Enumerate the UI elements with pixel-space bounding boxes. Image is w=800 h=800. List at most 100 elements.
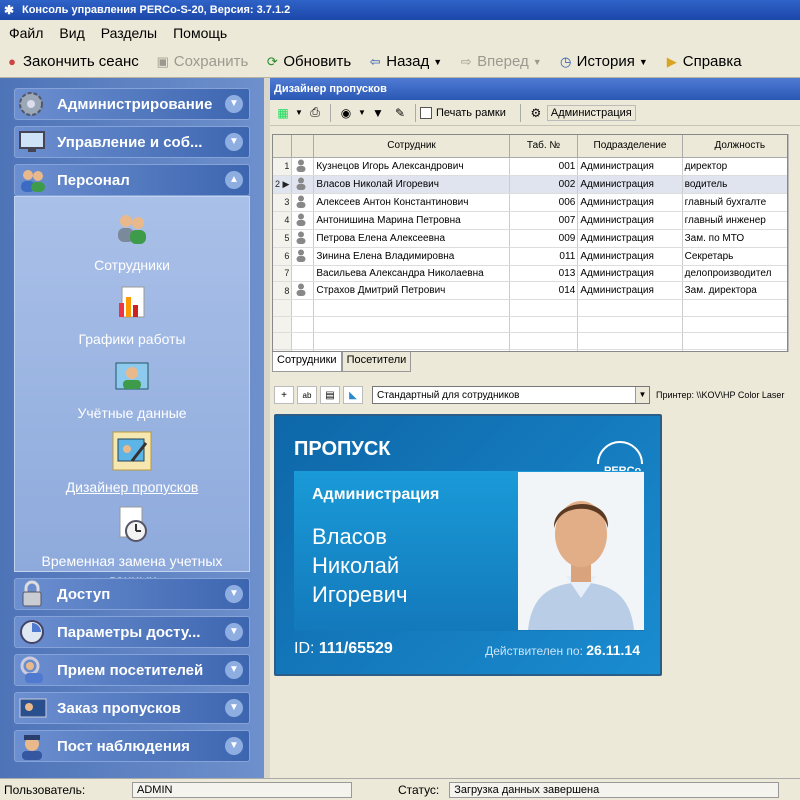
badge-designer-icon [112,431,152,471]
back-button[interactable]: ⇦ Назад ▼ [367,53,442,70]
chevron-down-icon[interactable]: ▼ [357,103,367,123]
chevron-down-icon[interactable]: ▼ [225,95,243,113]
chevron-down-icon[interactable]: ▼ [225,737,243,755]
empty-cell [291,299,315,317]
refresh-button[interactable]: ⟳ Обновить [264,53,351,70]
tab-number-cell: 002 [509,175,579,194]
document-icon[interactable]: ▤ [320,386,340,404]
position-cell: Зам. директора [682,281,787,300]
person-photo-icon [296,231,306,244]
nav-section-management[interactable]: Управление и соб... ▼ [14,126,250,158]
nav-section-visitors[interactable]: Прием посетителей ▼ [14,654,250,686]
position-cell: Секретарь [682,247,787,266]
menu-help[interactable]: Помощь [168,23,232,43]
chevron-down-icon[interactable]: ▼ [225,585,243,603]
chevron-down-icon[interactable]: ▼ [639,57,648,67]
nav-section-access-parameters[interactable]: Параметры досту... ▼ [14,616,250,648]
nav-item-credentials[interactable]: Учётные данные [15,357,249,423]
nav-section-access[interactable]: Доступ ▼ [14,578,250,610]
column-header-position[interactable]: Должность [682,135,787,158]
empty-table-row [273,299,787,317]
table-row[interactable]: 5 Петрова Елена Алексеевна 009 Администраци… [273,229,787,248]
empty-cell [291,332,315,350]
badge-valid-date: 26.11.14 [586,642,640,658]
empty-cell [509,299,579,317]
logout-button[interactable]: ● Закончить сеанс [4,53,139,70]
chevron-down-icon[interactable]: ▼ [294,103,304,123]
nav-item-label: Учётные данные [77,405,187,421]
chevron-down-icon[interactable]: ▼ [635,387,649,403]
chevron-down-icon[interactable]: ▼ [225,623,243,641]
text-field-icon[interactable]: ab [297,386,317,404]
empty-cell [577,316,683,333]
badge-template-select[interactable]: Стандартный для сотрудников ▼ [372,386,650,404]
grid-view-icon[interactable]: ▦ [272,103,294,123]
column-header-tab-number[interactable]: Таб. № [509,135,579,158]
table-row[interactable]: 3 Алексеев Антон Константинович 006 Админис… [273,193,787,212]
table-row[interactable]: 6 Зинина Елена Владимировна 011 Администрац… [273,247,787,266]
arrow-right-icon: ⇨ [460,53,472,69]
tab-visitors[interactable]: Посетители [341,352,412,372]
tab-number-cell: 014 [509,281,579,300]
status-bar: Пользователь: ADMIN Статус: Загрузка дан… [0,778,800,800]
print-frames-checkbox[interactable] [420,106,432,119]
nav-section-administration[interactable]: Администрирование ▼ [14,88,250,120]
menu-sections[interactable]: Разделы [96,23,162,43]
badge-valid-until: Действителен по: 26.11.14 [485,642,640,658]
edit-icon[interactable]: ✎ [389,103,411,123]
table-scrollbar[interactable] [788,134,800,352]
row-number: 6 [273,247,293,266]
chevron-down-icon[interactable]: ▼ [225,699,243,717]
nav-section-surveillance[interactable]: Пост наблюдения ▼ [14,730,250,762]
nav-item-schedules[interactable]: Графики работы [15,283,249,349]
navigation-panel: Администрирование ▼ Управление и соб... … [0,78,264,778]
save-button[interactable]: ▣ Сохранить [155,53,249,70]
nav-section-personnel[interactable]: Персонал ▲ [14,164,250,196]
binoculars-icon[interactable]: ◉ [335,103,357,123]
column-header-employee[interactable]: Сотрудник [313,135,510,158]
filter-icon[interactable]: ▼ [367,103,389,123]
chevron-down-icon[interactable]: ▼ [225,133,243,151]
department-tree-icon[interactable]: ⚙ [525,103,547,123]
printer-icon[interactable]: ⎙ [304,103,326,123]
nav-item-badge-designer[interactable]: Дизайнер пропусков [15,431,249,497]
row-number-header [273,135,293,158]
history-button[interactable]: ◷ История ▼ [558,53,648,70]
clock-icon [20,620,44,644]
menu-view[interactable]: Вид [54,23,89,43]
table-row[interactable]: 2 ▶ Власов Николай Игоревич 002 Администрац… [273,175,787,194]
gear-icon [19,92,43,116]
user-label: Пользователь: [4,782,86,797]
position-cell: водитель [682,175,787,194]
column-header-department[interactable]: Подразделение [577,135,683,158]
forward-button[interactable]: ⇨ Вперед ▼ [458,53,542,70]
credentials-icon [115,362,149,390]
department-filter-button[interactable]: Администрация [546,104,636,121]
image-field-icon[interactable]: ◣ [343,386,363,404]
nav-section-label: Прием посетителей [57,661,204,679]
add-field-icon[interactable]: + [274,386,294,404]
empty-cell [682,349,787,351]
empty-cell [273,316,293,333]
chevron-down-icon[interactable]: ▼ [533,57,542,67]
badge-preview[interactable]: ПРОПУСК PERCo Администрация Власов Никол… [274,414,662,676]
table-row[interactable]: 4 Антонишина Марина Петровна 007 Администра… [273,211,787,230]
nav-item-employees[interactable]: Сотрудники [15,209,249,275]
row-number: 1 [273,157,293,176]
help-button[interactable]: ▶ Справка [664,53,742,70]
badge-title: ПРОПУСК [294,438,391,460]
menu-file[interactable]: Файл [4,23,48,43]
chevron-up-icon[interactable]: ▲ [225,171,243,189]
table-row[interactable]: 8 Страхов Дмитрий Петрович 014 Администраци… [273,281,787,300]
chevron-down-icon[interactable]: ▼ [225,661,243,679]
chevron-down-icon[interactable]: ▼ [433,57,442,67]
refresh-label: Обновить [283,53,352,70]
nav-section-badge-orders[interactable]: Заказ пропусков ▼ [14,692,250,724]
empty-cell [291,316,315,333]
person-photo-icon [296,159,306,172]
table-row[interactable]: 7 Васильева Александра Николаевна 013 Админ… [273,265,787,282]
tab-employees[interactable]: Сотрудники [272,352,342,372]
table-row[interactable]: 1 Кузнецов Игорь Александрович 001 Админист… [273,157,787,176]
department-cell: Администрация [577,157,683,176]
table-tabs: Сотрудники Посетители [272,352,412,372]
